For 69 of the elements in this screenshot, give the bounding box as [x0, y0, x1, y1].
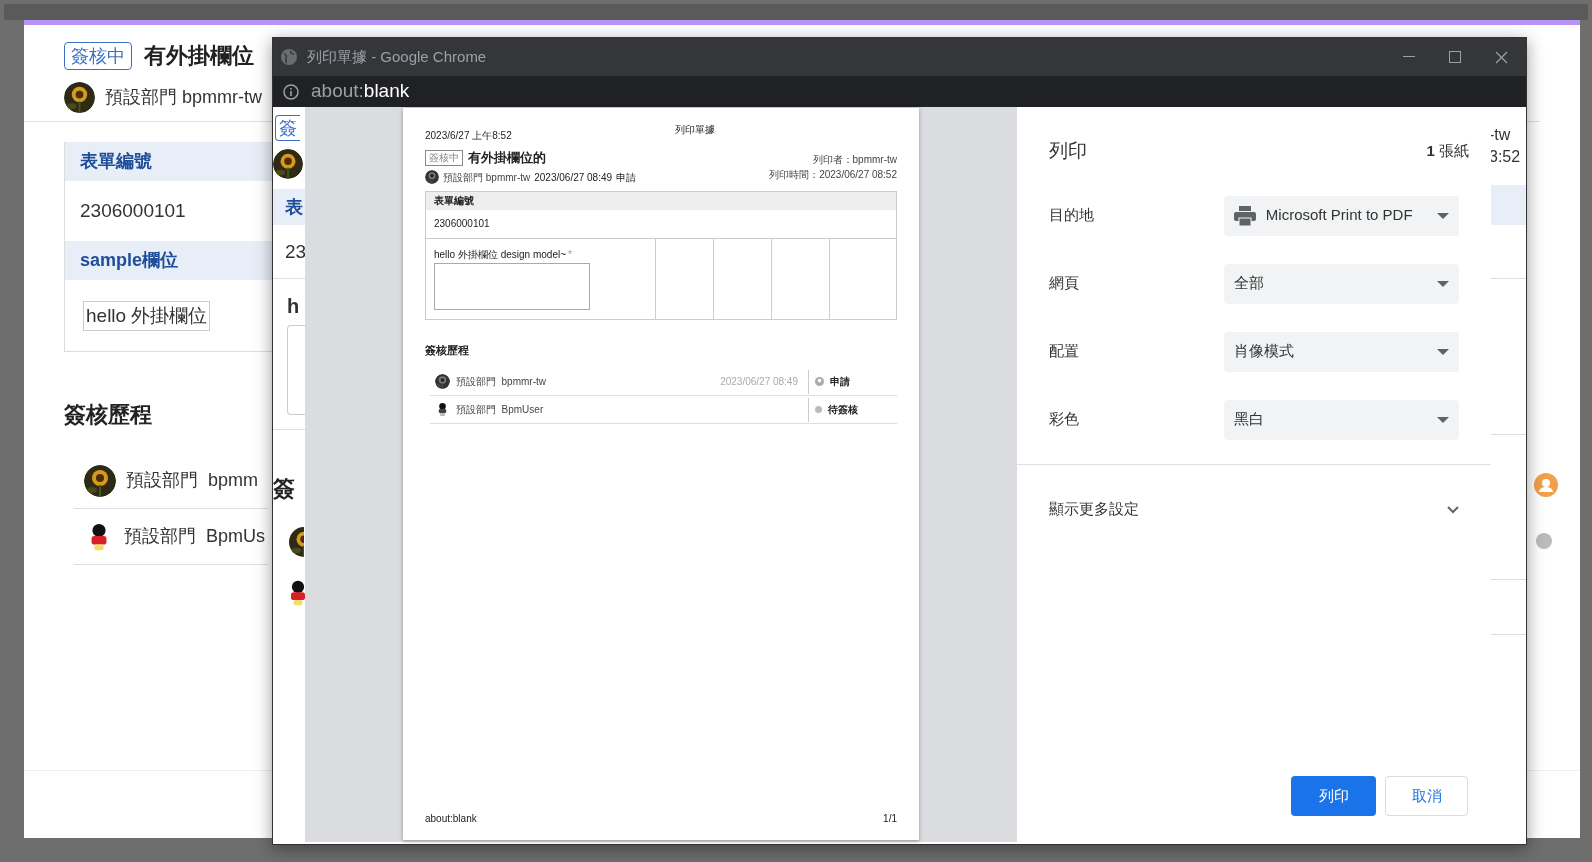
printer-icon: [1233, 205, 1256, 226]
window-title: 列印單據 - Google Chrome: [307, 46, 487, 67]
page-footer-url: about:blank: [425, 812, 477, 826]
required-mark: *: [568, 247, 572, 262]
form-title: 有外掛欄位的: [468, 149, 546, 167]
status-badge: 簽核中: [64, 41, 132, 70]
field-label: sample欄位: [65, 241, 274, 280]
close-icon[interactable]: [1495, 50, 1508, 64]
history-status: 申請: [830, 375, 850, 389]
setting-label: 網頁: [1049, 273, 1080, 294]
setting-select[interactable]: 黑白: [1223, 399, 1459, 440]
section-heading: 簽: [273, 475, 295, 503]
history-user: 預設部門 bpmmr-tw: [456, 375, 546, 389]
form-title: 有外掛欄位: [144, 42, 254, 70]
print-date: 2023/6/27 上午8:52: [425, 130, 512, 141]
caret-icon: [1437, 212, 1449, 219]
field-label: h: [286, 294, 300, 319]
sheet-count: 1 張紙: [1426, 141, 1469, 161]
caret-icon: [1437, 280, 1449, 287]
setting-label: 目的地: [1049, 205, 1095, 226]
setting-label: 彩色: [1049, 409, 1080, 430]
field-value: 2306000101: [434, 217, 490, 231]
history-user: 預設部門 bpmm: [126, 469, 259, 492]
section-heading: 簽核歷程: [64, 401, 152, 429]
status-dot-icon: [815, 406, 822, 413]
user-icon: [1534, 473, 1558, 497]
status-badge: 簽核中: [425, 149, 463, 166]
applicant-name: 預設部門 bpmmr-tw: [443, 170, 531, 185]
minimize-icon[interactable]: [1403, 56, 1415, 58]
more-settings-toggle[interactable]: 顯示更多設定: [1017, 464, 1491, 555]
panel-title: 列印: [1049, 139, 1087, 163]
action-text: 申請: [616, 170, 637, 185]
history-status: 待簽核: [828, 403, 858, 417]
globe-icon: [281, 49, 297, 65]
caret-icon: [1437, 348, 1449, 355]
cancel-button[interactable]: 取消: [1385, 776, 1468, 816]
chevron-down-icon: [1447, 505, 1459, 514]
maximize-icon[interactable]: [1449, 51, 1461, 63]
applied-time: 2023/06/27 08:49: [534, 170, 613, 185]
status-dot-icon: [1536, 533, 1552, 549]
setting-label: 配置: [1049, 341, 1080, 362]
page-number: 1/1: [883, 812, 897, 826]
field-label: hello 外掛欄位 design model~: [434, 247, 566, 262]
printer-name: -tw: [1489, 125, 1512, 145]
print-time: 列印時間：2023/06/27 08:52: [769, 168, 897, 182]
page-header-title: 列印單據: [675, 123, 715, 137]
field-value: 2306000101: [79, 199, 187, 223]
status-badge: 簽: [275, 115, 300, 141]
printer-name: 列印者：bpmmr-tw: [812, 153, 897, 167]
history-time: 2023/06/27 08:49: [720, 375, 798, 389]
print-time: 3:52: [1489, 147, 1522, 167]
setting-select[interactable]: 全部: [1223, 263, 1459, 304]
field-label: 表: [273, 189, 305, 225]
setting-select[interactable]: Microsoft Print to PDF: [1223, 195, 1459, 236]
field-label: 表單編號: [434, 194, 474, 208]
field-label: 表單編號: [65, 142, 274, 181]
info-icon[interactable]: [283, 83, 299, 100]
table-header-strip: [1489, 185, 1526, 225]
print-button[interactable]: 列印: [1291, 776, 1376, 816]
setting-select[interactable]: 肖像模式: [1223, 331, 1459, 372]
address-bar[interactable]: about:blank: [311, 77, 410, 106]
history-user: 預設部門 BpmUs: [124, 525, 266, 548]
user-icon: [815, 377, 824, 386]
history-user: 預設部門 BpmUser: [456, 403, 544, 417]
avatar-icon: [291, 579, 305, 607]
caret-icon: [1437, 416, 1449, 423]
section-heading: 簽核歷程: [425, 342, 470, 358]
text-input[interactable]: hello 外掛欄位: [83, 300, 211, 331]
applicant-name: 預設部門 bpmmr-tw: [105, 86, 262, 109]
